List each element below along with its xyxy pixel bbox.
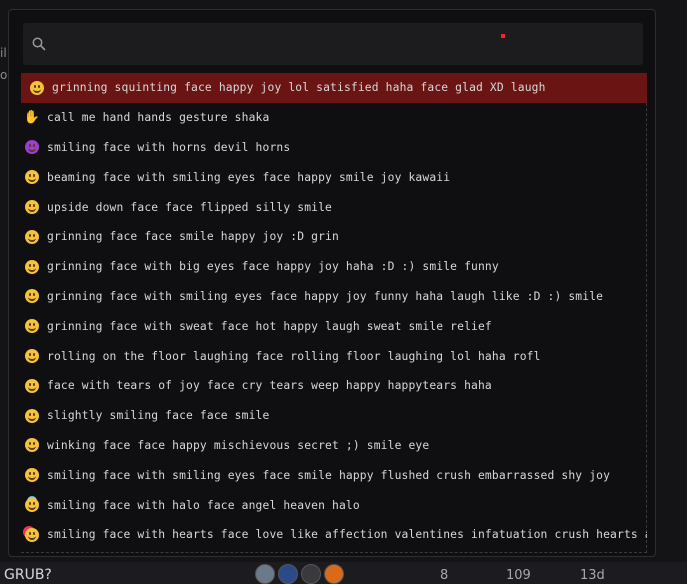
emoji-option-upside-down-face[interactable]: upside down face face flipped silly smil…	[21, 192, 647, 222]
smiling-face-with-hearts-icon	[24, 527, 40, 543]
emoji-option-label: smiling face with hearts face love like …	[47, 528, 647, 542]
face-with-tears-of-joy-icon	[24, 378, 40, 394]
slightly-smiling-face-icon	[24, 408, 40, 424]
emoji-option-label: grinning squinting face happy joy lol sa…	[52, 81, 546, 95]
grinning-face-sweat-icon	[24, 318, 40, 334]
emoji-picker-popup: grinning squinting face happy joy lol sa…	[8, 9, 656, 557]
beaming-face-icon	[24, 169, 40, 185]
background-text-fragment: o	[0, 68, 8, 82]
emoji-option-call-me-hand[interactable]: ✋ call me hand hands gesture shaka	[21, 103, 647, 133]
avatar[interactable]	[324, 564, 344, 584]
emoji-option-smiling-face-smiling-eyes[interactable]: smiling face with smiling eyes face smil…	[21, 460, 647, 490]
topic-replies: 8	[440, 568, 449, 583]
topic-posters	[255, 564, 344, 584]
emoji-option-label: smiling face with smiling eyes face smil…	[47, 468, 611, 482]
emoji-option-smiling-face-with-horns[interactable]: smiling face with horns devil horns	[21, 133, 647, 163]
topic-title[interactable]: GRUB?	[4, 567, 52, 583]
winking-face-icon	[24, 437, 40, 453]
emoji-option-face-with-tears-of-joy[interactable]: face with tears of joy face cry tears we…	[21, 371, 647, 401]
emoji-option-grinning-face-smiling-eyes[interactable]: grinning face with smiling eyes face hap…	[21, 282, 647, 312]
smiling-face-with-horns-icon	[24, 139, 40, 155]
topic-activity[interactable]: 13d	[580, 568, 605, 583]
emoji-option-slightly-smiling-face[interactable]: slightly smiling face face smile	[21, 401, 647, 431]
grinning-squinting-face-icon	[29, 80, 45, 96]
emoji-result-list[interactable]: grinning squinting face happy joy lol sa…	[21, 73, 647, 553]
avatar[interactable]	[278, 564, 298, 584]
smiling-face-smiling-eyes-icon	[24, 467, 40, 483]
call-me-hand-icon: ✋	[23, 110, 41, 126]
grinning-face-big-eyes-icon	[24, 259, 40, 275]
smiling-face-with-halo-icon	[24, 497, 40, 513]
emoji-option-label: grinning face face smile happy joy :D gr…	[47, 230, 339, 244]
avatar[interactable]	[255, 564, 275, 584]
emoji-option-label: face with tears of joy face cry tears we…	[47, 379, 492, 393]
emoji-option-label: smiling face with horns devil horns	[47, 140, 291, 154]
cursor-marker	[501, 34, 505, 38]
emoji-option-grinning-face-big-eyes[interactable]: grinning face with big eyes face happy j…	[21, 252, 647, 282]
emoji-option-rolling-on-floor-laughing[interactable]: rolling on the floor laughing face rolli…	[21, 341, 647, 371]
emoji-option-winking-face[interactable]: winking face face happy mischievous secr…	[21, 431, 647, 461]
emoji-option-grinning-face[interactable]: grinning face face smile happy joy :D gr…	[21, 222, 647, 252]
emoji-option-label: beaming face with smiling eyes face happ…	[47, 170, 451, 184]
grinning-face-smiling-eyes-icon	[24, 288, 40, 304]
emoji-option-smiling-face-with-halo[interactable]: smiling face with halo face angel heaven…	[21, 490, 647, 520]
avatar[interactable]	[301, 564, 321, 584]
emoji-option-label: winking face face happy mischievous secr…	[47, 438, 430, 452]
topic-views: 109	[506, 568, 531, 583]
upside-down-face-icon	[24, 199, 40, 215]
rolling-on-floor-laughing-icon	[24, 348, 40, 364]
emoji-option-label: upside down face face flipped silly smil…	[47, 200, 333, 214]
emoji-search-input[interactable]	[57, 31, 621, 59]
background-text-fragment: il	[0, 46, 7, 60]
emoji-option-label: call me hand hands gesture shaka	[47, 111, 270, 125]
emoji-option-label: grinning face with smiling eyes face hap…	[47, 289, 604, 303]
emoji-search-bar[interactable]	[23, 23, 643, 65]
grinning-face-icon	[24, 229, 40, 245]
search-icon	[32, 37, 46, 51]
emoji-option-grinning-face-sweat[interactable]: grinning face with sweat face hot happy …	[21, 311, 647, 341]
emoji-option-label: slightly smiling face face smile	[47, 409, 270, 423]
emoji-option-grinning-squinting-face[interactable]: grinning squinting face happy joy lol sa…	[21, 73, 647, 103]
emoji-option-beaming-face[interactable]: beaming face with smiling eyes face happ…	[21, 162, 647, 192]
emoji-option-label: grinning face with sweat face hot happy …	[47, 319, 492, 333]
emoji-option-label: smiling face with halo face angel heaven…	[47, 498, 360, 512]
emoji-option-label: rolling on the floor laughing face rolli…	[47, 349, 541, 363]
emoji-option-label: grinning face with big eyes face happy j…	[47, 260, 499, 274]
background-topic-row[interactable]: GRUB? 8 109 13d	[0, 562, 687, 584]
emoji-option-smiling-face-with-hearts[interactable]: smiling face with hearts face love like …	[21, 520, 647, 550]
